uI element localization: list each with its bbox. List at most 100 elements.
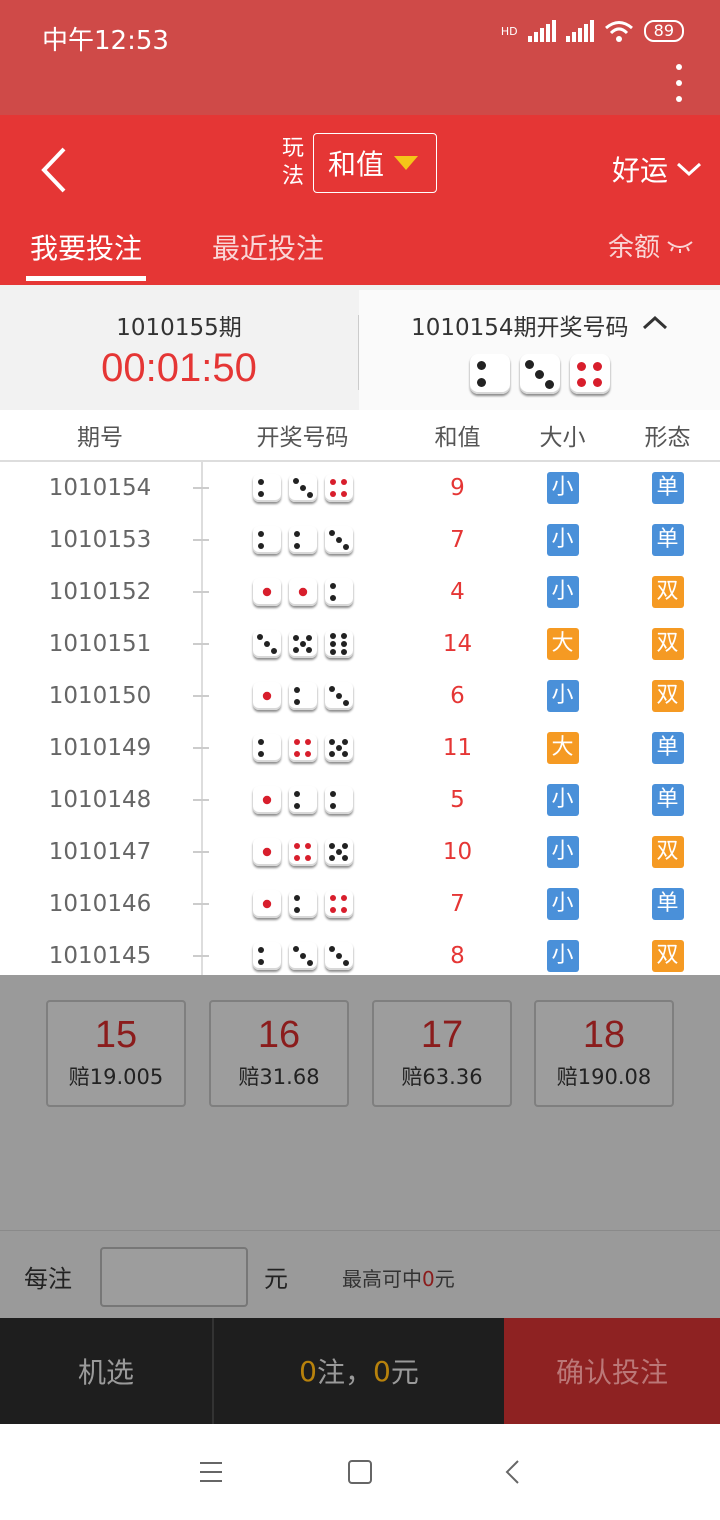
table-row: 1010153 7 小 单 (0, 514, 720, 566)
back-icon[interactable] (36, 145, 76, 195)
odds-option-16[interactable]: 16 赔31.68 (209, 1000, 349, 1107)
table-row: 1010145 8 小 双 (0, 930, 720, 975)
odds-option-17[interactable]: 17 赔63.36 (372, 1000, 512, 1107)
current-period-number: 1010155期 (116, 315, 242, 341)
tab-recent-bets[interactable]: 最近投注 (212, 227, 324, 267)
bet-summary: 0 注， 0 元 (214, 1318, 504, 1424)
hd-label: HD (500, 24, 518, 38)
status-bar: 中午12:53 HD 89 (0, 0, 720, 115)
chevron-up-icon[interactable] (642, 315, 668, 331)
die-face-1-icon (288, 578, 317, 606)
table-row: 1010147 10 小 双 (0, 826, 720, 878)
wifi-icon (604, 21, 633, 42)
row-draw (200, 942, 405, 970)
odds-number: 15 (94, 1014, 138, 1056)
die-face-1-icon (252, 838, 281, 866)
max-win-value: 0 (422, 1267, 435, 1291)
table-row: 1010151 14 大 双 (0, 618, 720, 670)
battery-icon: 89 (643, 20, 684, 42)
die-face-5-icon (288, 630, 317, 658)
die-face-4-icon (324, 474, 353, 502)
die-face-3-icon (324, 526, 353, 554)
luck-menu[interactable]: 好运 (612, 149, 702, 189)
table-header: 期号 开奖号码 和值 大小 形态 (0, 410, 720, 462)
row-draw (200, 474, 405, 502)
die-face-2-icon (252, 526, 281, 554)
form-badge: 双 (651, 680, 684, 712)
die-face-2-icon (252, 734, 281, 762)
home-icon[interactable] (348, 1460, 372, 1484)
nav-back-icon[interactable] (502, 1458, 522, 1486)
die-face-3-icon (288, 942, 317, 970)
row-tick (193, 903, 209, 905)
header-form: 形态 (644, 425, 691, 451)
row-sum: 5 (450, 787, 465, 813)
row-form: 单 (615, 472, 720, 504)
max-win: 最高可中0元 (342, 1263, 455, 1292)
row-tick (193, 643, 209, 645)
row-tick (193, 591, 209, 593)
last-draw[interactable]: 1010154期开奖号码 (359, 290, 720, 410)
die-face-2-icon (252, 474, 281, 502)
row-form: 双 (615, 628, 720, 660)
odds-rate: 赔190.08 (556, 1065, 652, 1089)
row-sum: 7 (450, 527, 465, 553)
row-form: 双 (615, 836, 720, 868)
size-badge: 小 (546, 888, 579, 920)
header-draw: 开奖号码 (256, 425, 349, 451)
row-size: 大 (510, 628, 615, 660)
die-face-2-icon (288, 786, 317, 814)
row-tick (193, 851, 209, 853)
last-draw-title-text: 1010154期开奖号码 (411, 315, 629, 341)
app-header: 玩法 和值 好运 我要投注 最近投注 余额 (0, 115, 720, 285)
die-face-2-icon (288, 526, 317, 554)
die-face-4-icon (324, 890, 353, 918)
table-row: 1010146 7 小 单 (0, 878, 720, 930)
stake-input[interactable] (100, 1247, 248, 1307)
last-draw-title: 1010154期开奖号码 (359, 308, 720, 342)
form-badge: 单 (651, 888, 684, 920)
odds-option-15[interactable]: 15 赔19.005 (46, 1000, 186, 1107)
row-size: 小 (510, 836, 615, 868)
row-form: 双 (615, 940, 720, 972)
max-win-prefix: 最高可中 (342, 1267, 422, 1291)
row-size: 小 (510, 576, 615, 608)
row-draw (200, 526, 405, 554)
play-mode-value: 和值 (328, 148, 385, 181)
die-face-4-icon (569, 354, 610, 394)
row-tick (193, 747, 209, 749)
row-draw (200, 578, 405, 606)
tab-my-bet[interactable]: 我要投注 (25, 227, 147, 281)
more-icon[interactable] (676, 64, 684, 112)
row-issue: 1010149 (48, 735, 152, 761)
menu-icon[interactable] (200, 1462, 222, 1489)
odds-rate: 赔63.36 (401, 1065, 483, 1089)
die-face-5-icon (324, 734, 353, 762)
form-badge: 双 (651, 628, 684, 660)
row-draw (200, 786, 405, 814)
row-tick (193, 799, 209, 801)
random-pick-button[interactable]: 机选 (0, 1318, 214, 1424)
table-row: 1010149 11 大 单 (0, 722, 720, 774)
row-tick (193, 695, 209, 697)
odds-rate: 赔19.005 (68, 1065, 164, 1089)
odds-option-18[interactable]: 18 赔190.08 (534, 1000, 674, 1107)
die-face-4-icon (288, 838, 317, 866)
form-badge: 单 (651, 732, 684, 764)
row-form: 双 (615, 680, 720, 712)
die-face-3-icon (324, 682, 353, 710)
row-issue: 1010147 (48, 839, 152, 865)
die-face-3-icon (519, 354, 560, 394)
row-issue: 1010148 (48, 787, 152, 813)
row-form: 单 (615, 732, 720, 764)
row-tick (193, 955, 209, 957)
row-tick (193, 539, 209, 541)
balance-toggle[interactable]: 余额 (608, 227, 694, 264)
play-mode-select[interactable]: 和值 (313, 133, 437, 193)
row-sum: 8 (450, 943, 465, 969)
row-size: 小 (510, 524, 615, 556)
confirm-bet-button[interactable]: 确认投注 (504, 1318, 720, 1424)
row-size: 小 (510, 888, 615, 920)
row-sum: 14 (442, 631, 473, 657)
size-badge: 小 (546, 524, 579, 556)
